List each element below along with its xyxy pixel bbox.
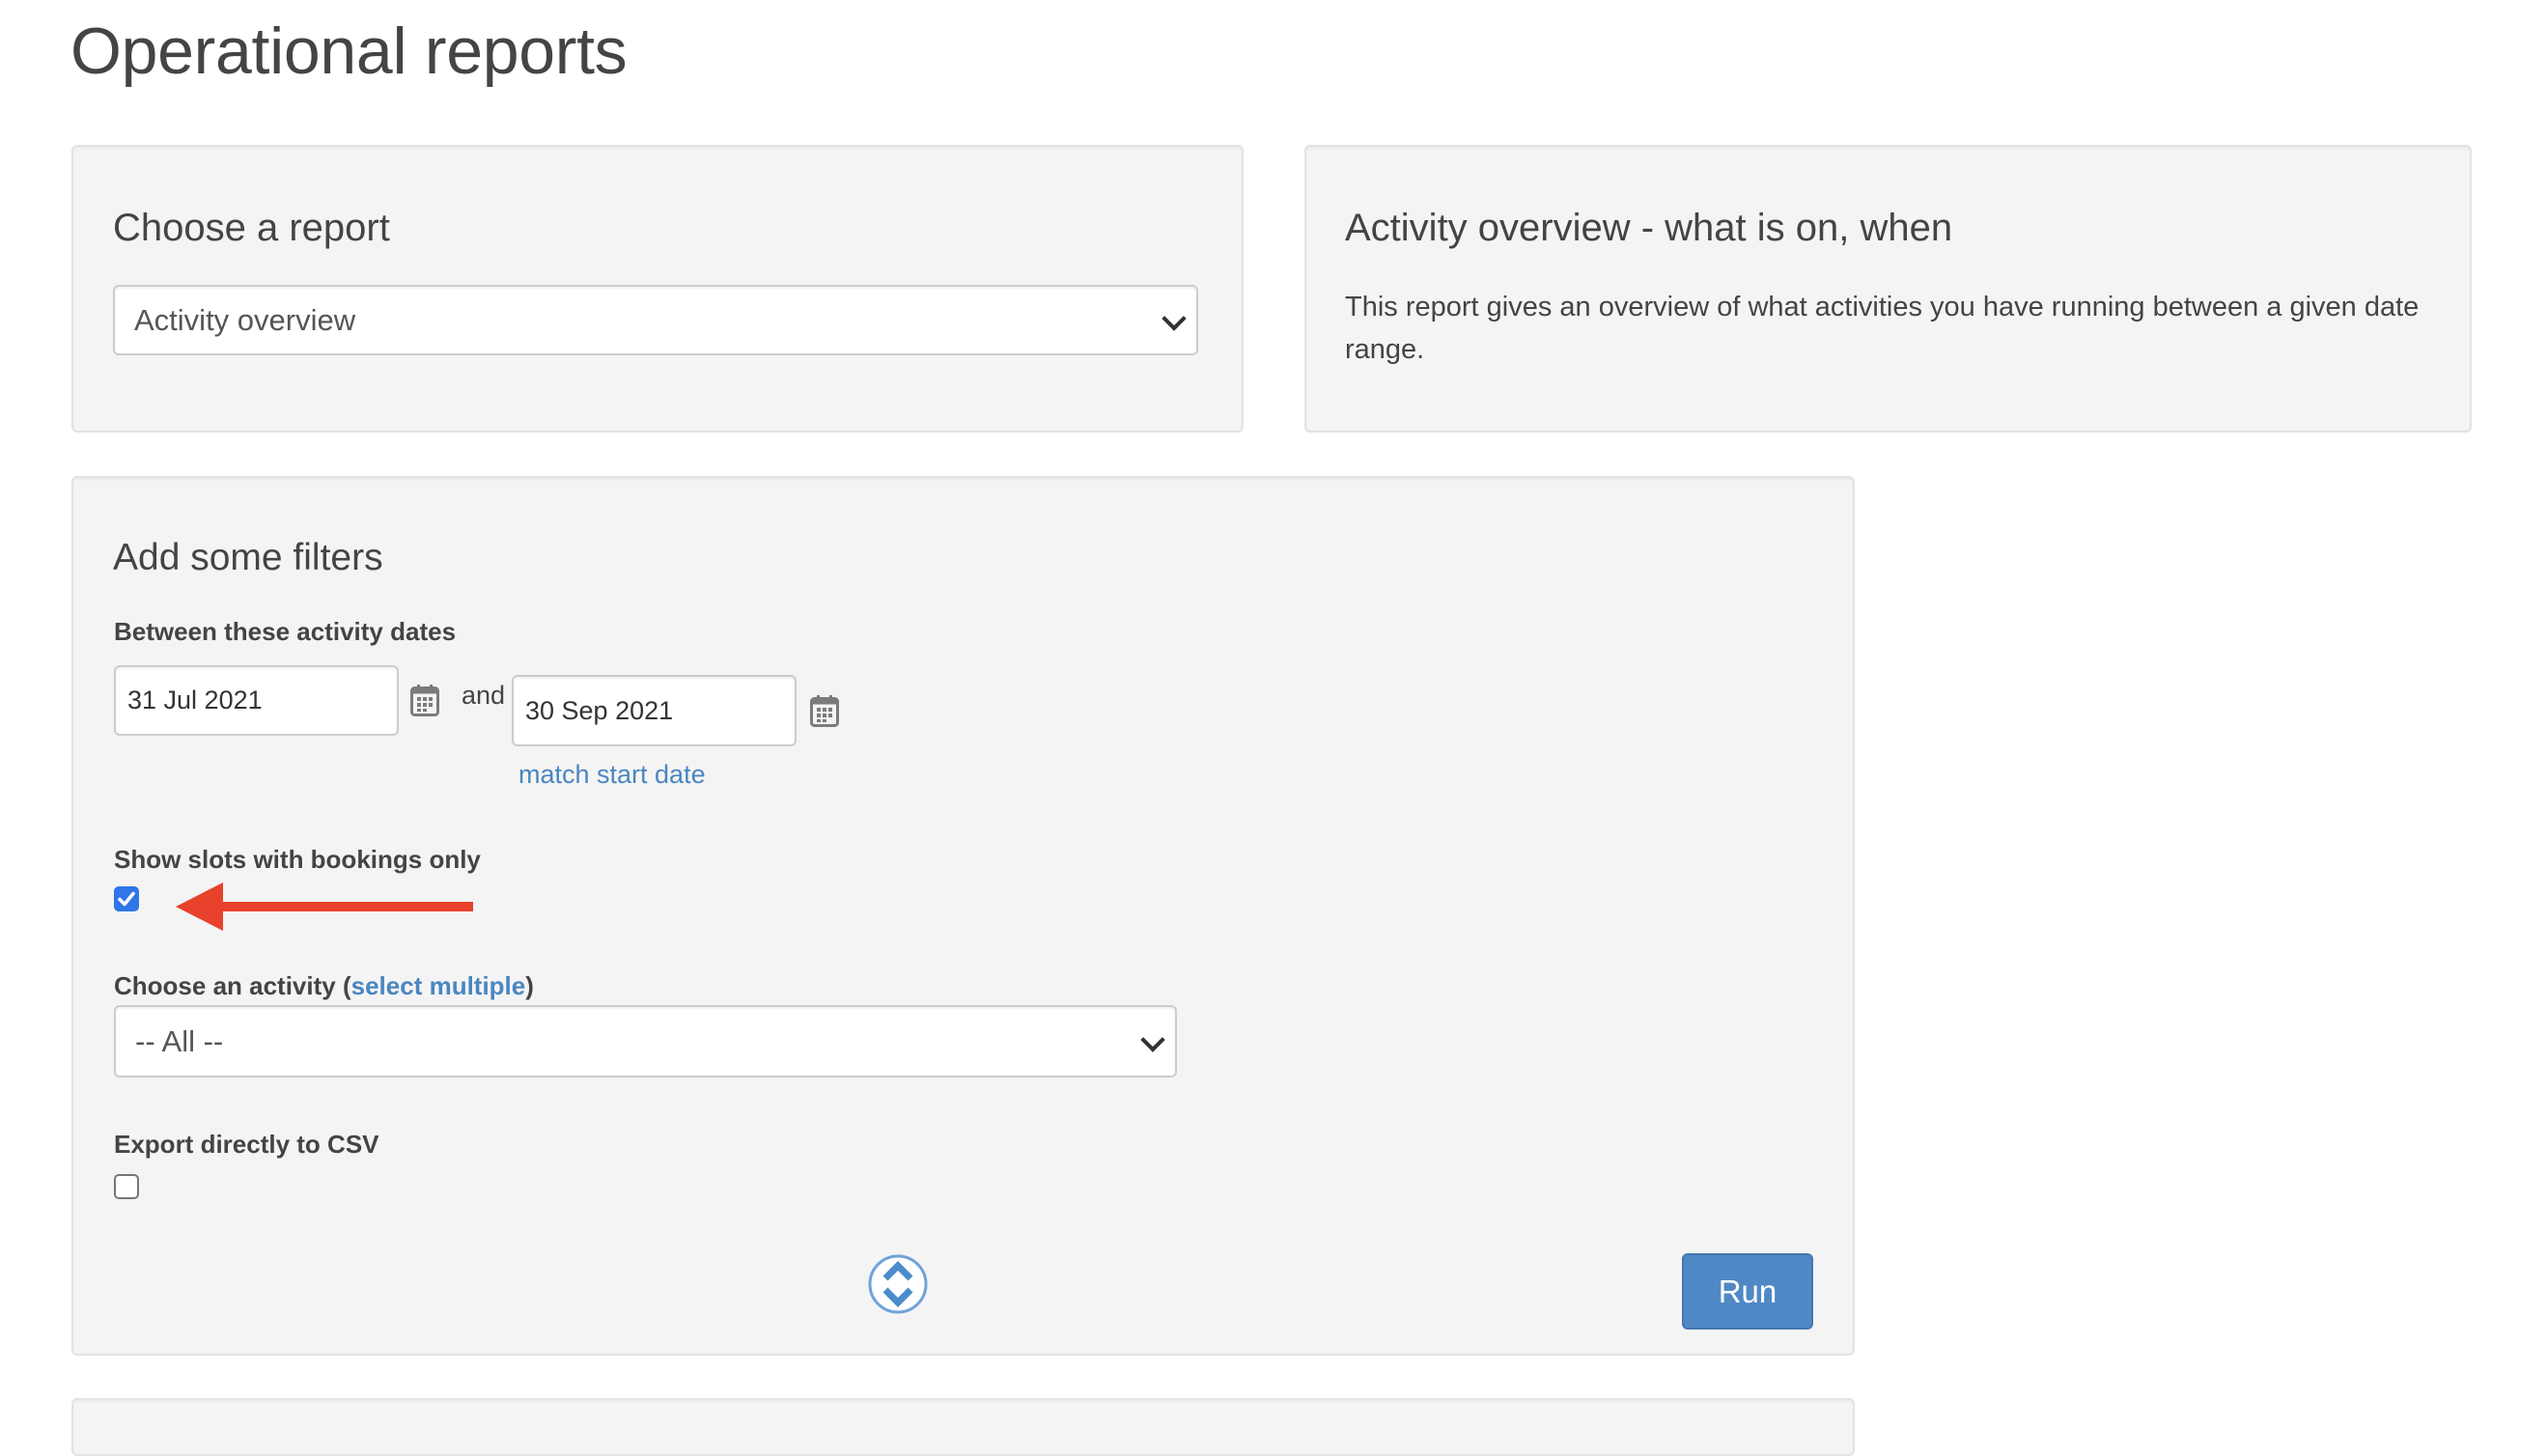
start-date-input[interactable]: 31 Jul 2021 [114,665,399,736]
choose-report-heading: Choose a report [113,207,390,249]
activity-label-close: ) [525,971,534,1000]
start-date-value: 31 Jul 2021 [127,686,263,714]
date-range-connector: and [462,681,506,710]
activity-select-value: -- All -- [135,1023,224,1058]
activity-select[interactable]: -- All -- [114,1005,1177,1078]
end-date-input[interactable]: 30 Sep 2021 [512,675,797,746]
report-select[interactable]: Activity overview [113,285,1198,355]
calendar-icon[interactable] [410,684,439,716]
annotation-arrow-icon [176,882,473,931]
results-panel [71,1398,1855,1456]
arrow-head [176,882,223,931]
report-info-heading: Activity overview - what is on, when [1345,207,1953,249]
match-start-date-link[interactable]: match start date [518,760,706,790]
export-csv-checkbox[interactable] [114,1174,139,1199]
checkmark-icon [118,891,135,907]
chevron-down-icon [1162,305,1187,331]
select-multiple-link[interactable]: select multiple [351,971,526,1000]
report-info-panel: Activity overview - what is on, when Thi… [1304,145,2472,433]
choose-report-panel: Choose a report Activity overview [71,145,1244,433]
export-csv-label: Export directly to CSV [114,1130,379,1159]
report-select-value: Activity overview [134,302,356,337]
report-description: This report gives an overview of what ac… [1345,292,2420,365]
page-title: Operational reports [70,14,628,88]
calendar-icon[interactable] [810,694,839,727]
activity-label: Choose an activity (select multiple) [114,971,534,1001]
bookings-only-checkbox[interactable] [114,886,139,911]
chevron-down-icon [1140,1026,1165,1052]
activity-label-text: Choose an activity ( [114,971,351,1000]
run-button[interactable]: Run [1682,1253,1813,1330]
end-date-value: 30 Sep 2021 [525,695,674,725]
scroll-toggle-icon[interactable] [867,1253,929,1315]
bookings-only-label: Show slots with bookings only [114,845,481,874]
filters-heading: Add some filters [113,537,383,578]
date-range-label: Between these activity dates [114,617,457,646]
arrow-shaft [220,902,473,911]
